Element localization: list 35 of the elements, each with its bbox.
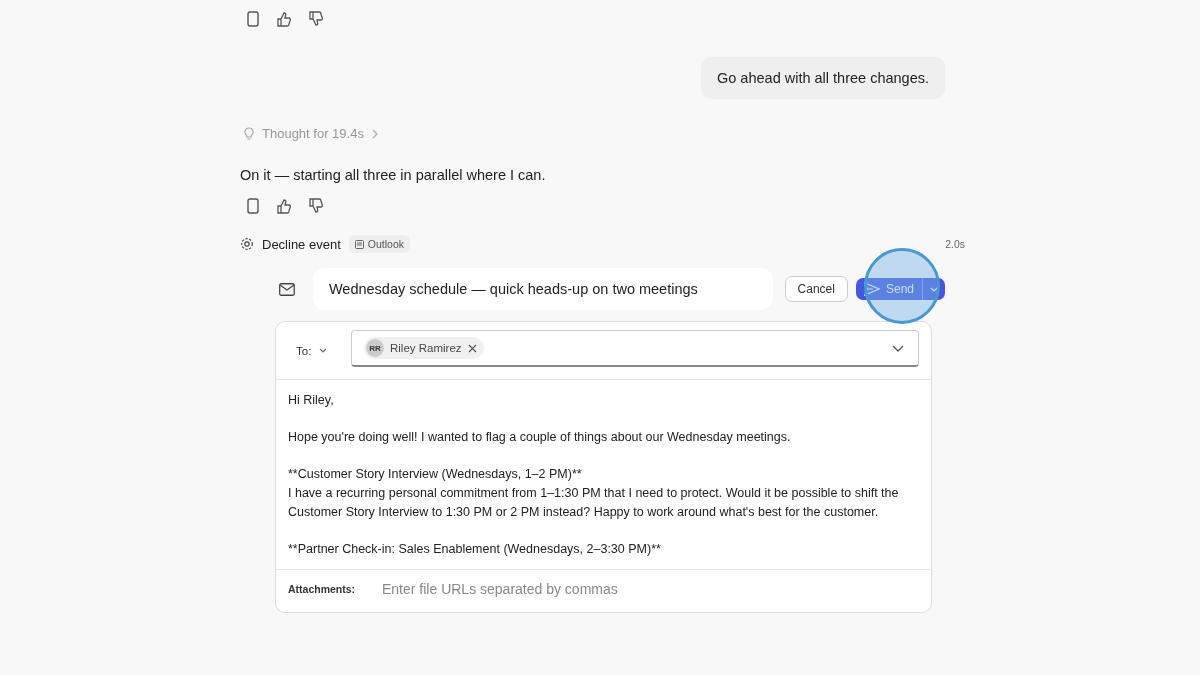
lightbulb-icon xyxy=(244,127,254,140)
duration: 2.0s xyxy=(945,238,965,250)
attachments-field[interactable]: Enter file URLs separated by commas xyxy=(380,580,919,598)
body-text: Hi Riley, xyxy=(288,392,335,409)
chevron-down-icon xyxy=(319,348,328,353)
gear-icon xyxy=(240,237,254,251)
caret-icon xyxy=(930,286,938,292)
copy-icon[interactable] xyxy=(246,11,260,27)
to-dropdown[interactable]: To: xyxy=(296,344,351,357)
app-tag: Outlook xyxy=(348,235,410,253)
subject-field[interactable]: Wednesday schedule — quick heads-up on two meetings xyxy=(312,268,773,310)
send-options-button[interactable] xyxy=(923,278,945,300)
cancel-button[interactable]: Cancel xyxy=(784,276,848,302)
body-text: Hope you're doing well! I wanted to flag a couple of things about our Wednesday meetings. xyxy=(288,429,792,446)
thumbs-down-icon[interactable] xyxy=(308,198,324,214)
copy-icon[interactable] xyxy=(246,198,260,214)
attachments-label: Attachments: xyxy=(288,583,357,595)
thumbs-up-icon[interactable] xyxy=(276,198,292,214)
user-message: Go ahead with all three changes. xyxy=(701,57,945,99)
avatar: RR xyxy=(366,339,384,357)
body-text: I have a recurring personal commitment from 1–1:30 PM that I need to protect. Would it be possible to shift the Customer Story Interview to 1:30 PM or 2 PM instead? Happy to work around what's best for the customer. xyxy=(288,485,900,521)
send-icon xyxy=(863,282,880,296)
thumbs-up-icon[interactable] xyxy=(276,11,292,27)
app-icon xyxy=(354,239,364,249)
chevron-right-icon xyxy=(371,128,378,139)
recipient-chip[interactable]: RR Riley Ramirez xyxy=(364,337,484,359)
body-text: **Customer Story Interview (Wednesdays, 1–2 PM)** xyxy=(288,466,583,483)
mail-icon xyxy=(279,282,295,296)
body-text: **Partner Check-in: Sales Enablement (Wednesdays, 2–3:30 PM)** xyxy=(288,541,662,558)
chevron-down-icon[interactable] xyxy=(892,344,904,352)
close-icon[interactable] xyxy=(467,343,477,353)
assistant-message: On it — starting all three in parallel where I can. xyxy=(240,167,547,183)
action-label: Decline event xyxy=(262,236,341,252)
recipient-field[interactable]: RR Riley Ramirez xyxy=(351,330,919,367)
thumbs-down-icon[interactable] xyxy=(308,11,324,27)
